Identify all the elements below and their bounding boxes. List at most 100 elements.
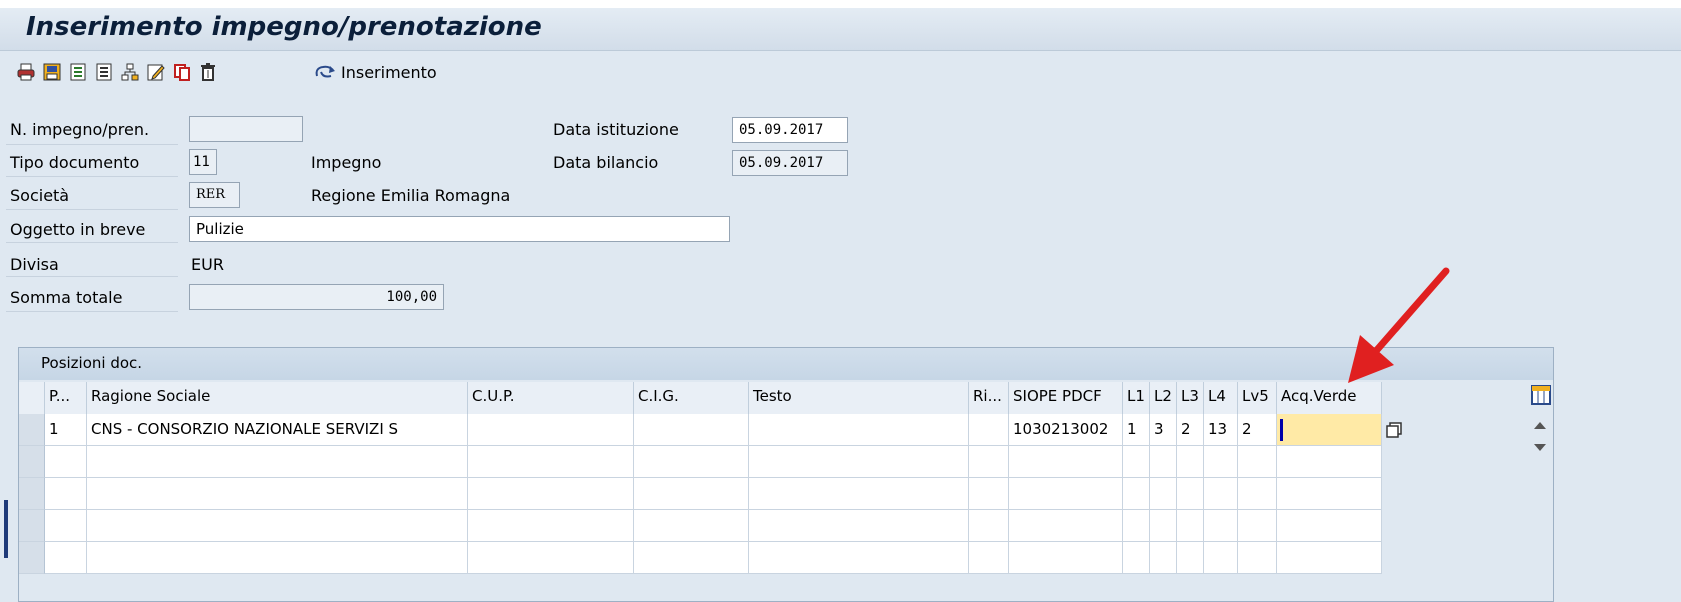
edit-icon[interactable] (146, 62, 166, 82)
column-header-ragione-sociale[interactable]: Ragione Sociale (87, 382, 468, 414)
cell-l1[interactable]: 1 (1123, 414, 1150, 446)
column-header-l3[interactable]: L3 (1177, 382, 1204, 414)
cell-lv5[interactable] (1238, 542, 1277, 574)
cell-cup[interactable] (468, 414, 634, 446)
cell-ri[interactable] (969, 510, 1009, 542)
cell-acq-verde[interactable] (1277, 478, 1382, 510)
cell-acq-verde[interactable] (1277, 446, 1382, 478)
column-header-siope[interactable]: SIOPE PDCF (1009, 382, 1123, 414)
tipo-documento-field[interactable]: 11 (189, 149, 217, 175)
print-icon[interactable] (16, 62, 36, 82)
row-selector[interactable] (19, 414, 45, 446)
list-icon[interactable] (68, 62, 88, 82)
hierarchy-icon[interactable] (120, 62, 140, 82)
cell-cup[interactable] (468, 542, 634, 574)
cell-lv5[interactable]: 2 (1238, 414, 1277, 446)
cell-pos[interactable]: 1 (45, 414, 87, 446)
insert-button[interactable]: Inserimento (313, 62, 437, 82)
cell-l2[interactable]: 3 (1150, 414, 1177, 446)
oggetto-field[interactable]: Pulizie (189, 216, 730, 242)
cell-l3[interactable] (1177, 510, 1204, 542)
data-bilancio-field[interactable]: 05.09.2017 (732, 150, 848, 176)
row-selector[interactable] (19, 478, 45, 510)
column-header-cig[interactable]: C.I.G. (634, 382, 749, 414)
cell-cup[interactable] (468, 510, 634, 542)
cell-pos[interactable] (45, 510, 87, 542)
cell-pos[interactable] (45, 478, 87, 510)
cell-testo[interactable] (749, 510, 969, 542)
cell-acq-verde[interactable] (1277, 510, 1382, 542)
societa-field[interactable]: RER (189, 182, 240, 208)
row-selector[interactable] (19, 446, 45, 478)
cell-l3[interactable] (1177, 478, 1204, 510)
cell-siope[interactable]: 1030213002 (1009, 414, 1123, 446)
column-settings-icon[interactable] (1530, 384, 1552, 406)
cell-cig[interactable] (634, 414, 749, 446)
cell-lv5[interactable] (1238, 510, 1277, 542)
cell-l1[interactable] (1123, 478, 1150, 510)
cell-cig[interactable] (634, 510, 749, 542)
somma-totale-field[interactable]: 100,00 (189, 284, 444, 310)
n-impegno-field[interactable] (189, 116, 303, 142)
cell-ragione-sociale[interactable] (87, 542, 468, 574)
cell-pos[interactable] (45, 446, 87, 478)
cell-ri[interactable] (969, 446, 1009, 478)
cell-l1[interactable] (1123, 510, 1150, 542)
cell-l2[interactable] (1150, 510, 1177, 542)
cell-siope[interactable] (1009, 478, 1123, 510)
cell-testo[interactable] (749, 478, 969, 510)
save-icon[interactable] (42, 62, 62, 82)
cell-l1[interactable] (1123, 542, 1150, 574)
cell-siope[interactable] (1009, 446, 1123, 478)
cell-lv5[interactable] (1238, 478, 1277, 510)
cell-l4[interactable] (1204, 510, 1238, 542)
column-header-pos[interactable]: P... (45, 382, 87, 414)
row-selector[interactable] (19, 510, 45, 542)
cell-lv5[interactable] (1238, 446, 1277, 478)
row-selector[interactable] (19, 542, 45, 574)
cell-ragione-sociale[interactable] (87, 478, 468, 510)
cell-cig[interactable] (634, 542, 749, 574)
row-selector-header[interactable] (19, 382, 45, 414)
cell-siope[interactable] (1009, 510, 1123, 542)
cell-acq-verde[interactable] (1277, 414, 1382, 446)
cell-testo[interactable] (749, 542, 969, 574)
cell-ragione-sociale[interactable]: CNS - CONSORZIO NAZIONALE SERVIZI S (87, 414, 468, 446)
cell-siope[interactable] (1009, 542, 1123, 574)
copy-icon[interactable] (172, 62, 192, 82)
column-header-ri[interactable]: Ri... (969, 382, 1009, 414)
scroll-down-icon[interactable] (1534, 444, 1546, 451)
cell-l2[interactable] (1150, 446, 1177, 478)
column-header-l1[interactable]: L1 (1123, 382, 1150, 414)
cell-acq-verde[interactable] (1277, 542, 1382, 574)
cell-l4[interactable] (1204, 542, 1238, 574)
cell-l3[interactable] (1177, 446, 1204, 478)
cell-pos[interactable] (45, 542, 87, 574)
cell-testo[interactable] (749, 414, 969, 446)
cell-ragione-sociale[interactable] (87, 446, 468, 478)
cell-l3[interactable]: 2 (1177, 414, 1204, 446)
column-header-lv5[interactable]: Lv5 (1238, 382, 1277, 414)
column-header-testo[interactable]: Testo (749, 382, 969, 414)
column-header-l2[interactable]: L2 (1150, 382, 1177, 414)
cell-ri[interactable] (969, 478, 1009, 510)
column-header-l4[interactable]: L4 (1204, 382, 1238, 414)
delete-icon[interactable] (198, 62, 218, 82)
cell-ri[interactable] (969, 542, 1009, 574)
list-alt-icon[interactable] (94, 62, 114, 82)
cell-cig[interactable] (634, 446, 749, 478)
cell-testo[interactable] (749, 446, 969, 478)
cell-cig[interactable] (634, 478, 749, 510)
data-istituzione-field[interactable]: 05.09.2017 (732, 117, 848, 143)
cell-l2[interactable] (1150, 542, 1177, 574)
cell-l1[interactable] (1123, 446, 1150, 478)
vertical-scrollbar[interactable] (1529, 414, 1551, 601)
cell-cup[interactable] (468, 446, 634, 478)
value-help-icon[interactable] (1385, 421, 1403, 439)
cell-ragione-sociale[interactable] (87, 510, 468, 542)
cell-l4[interactable]: 13 (1204, 414, 1238, 446)
cell-l4[interactable] (1204, 446, 1238, 478)
cell-l2[interactable] (1150, 478, 1177, 510)
cell-l4[interactable] (1204, 478, 1238, 510)
scroll-up-icon[interactable] (1534, 422, 1546, 429)
